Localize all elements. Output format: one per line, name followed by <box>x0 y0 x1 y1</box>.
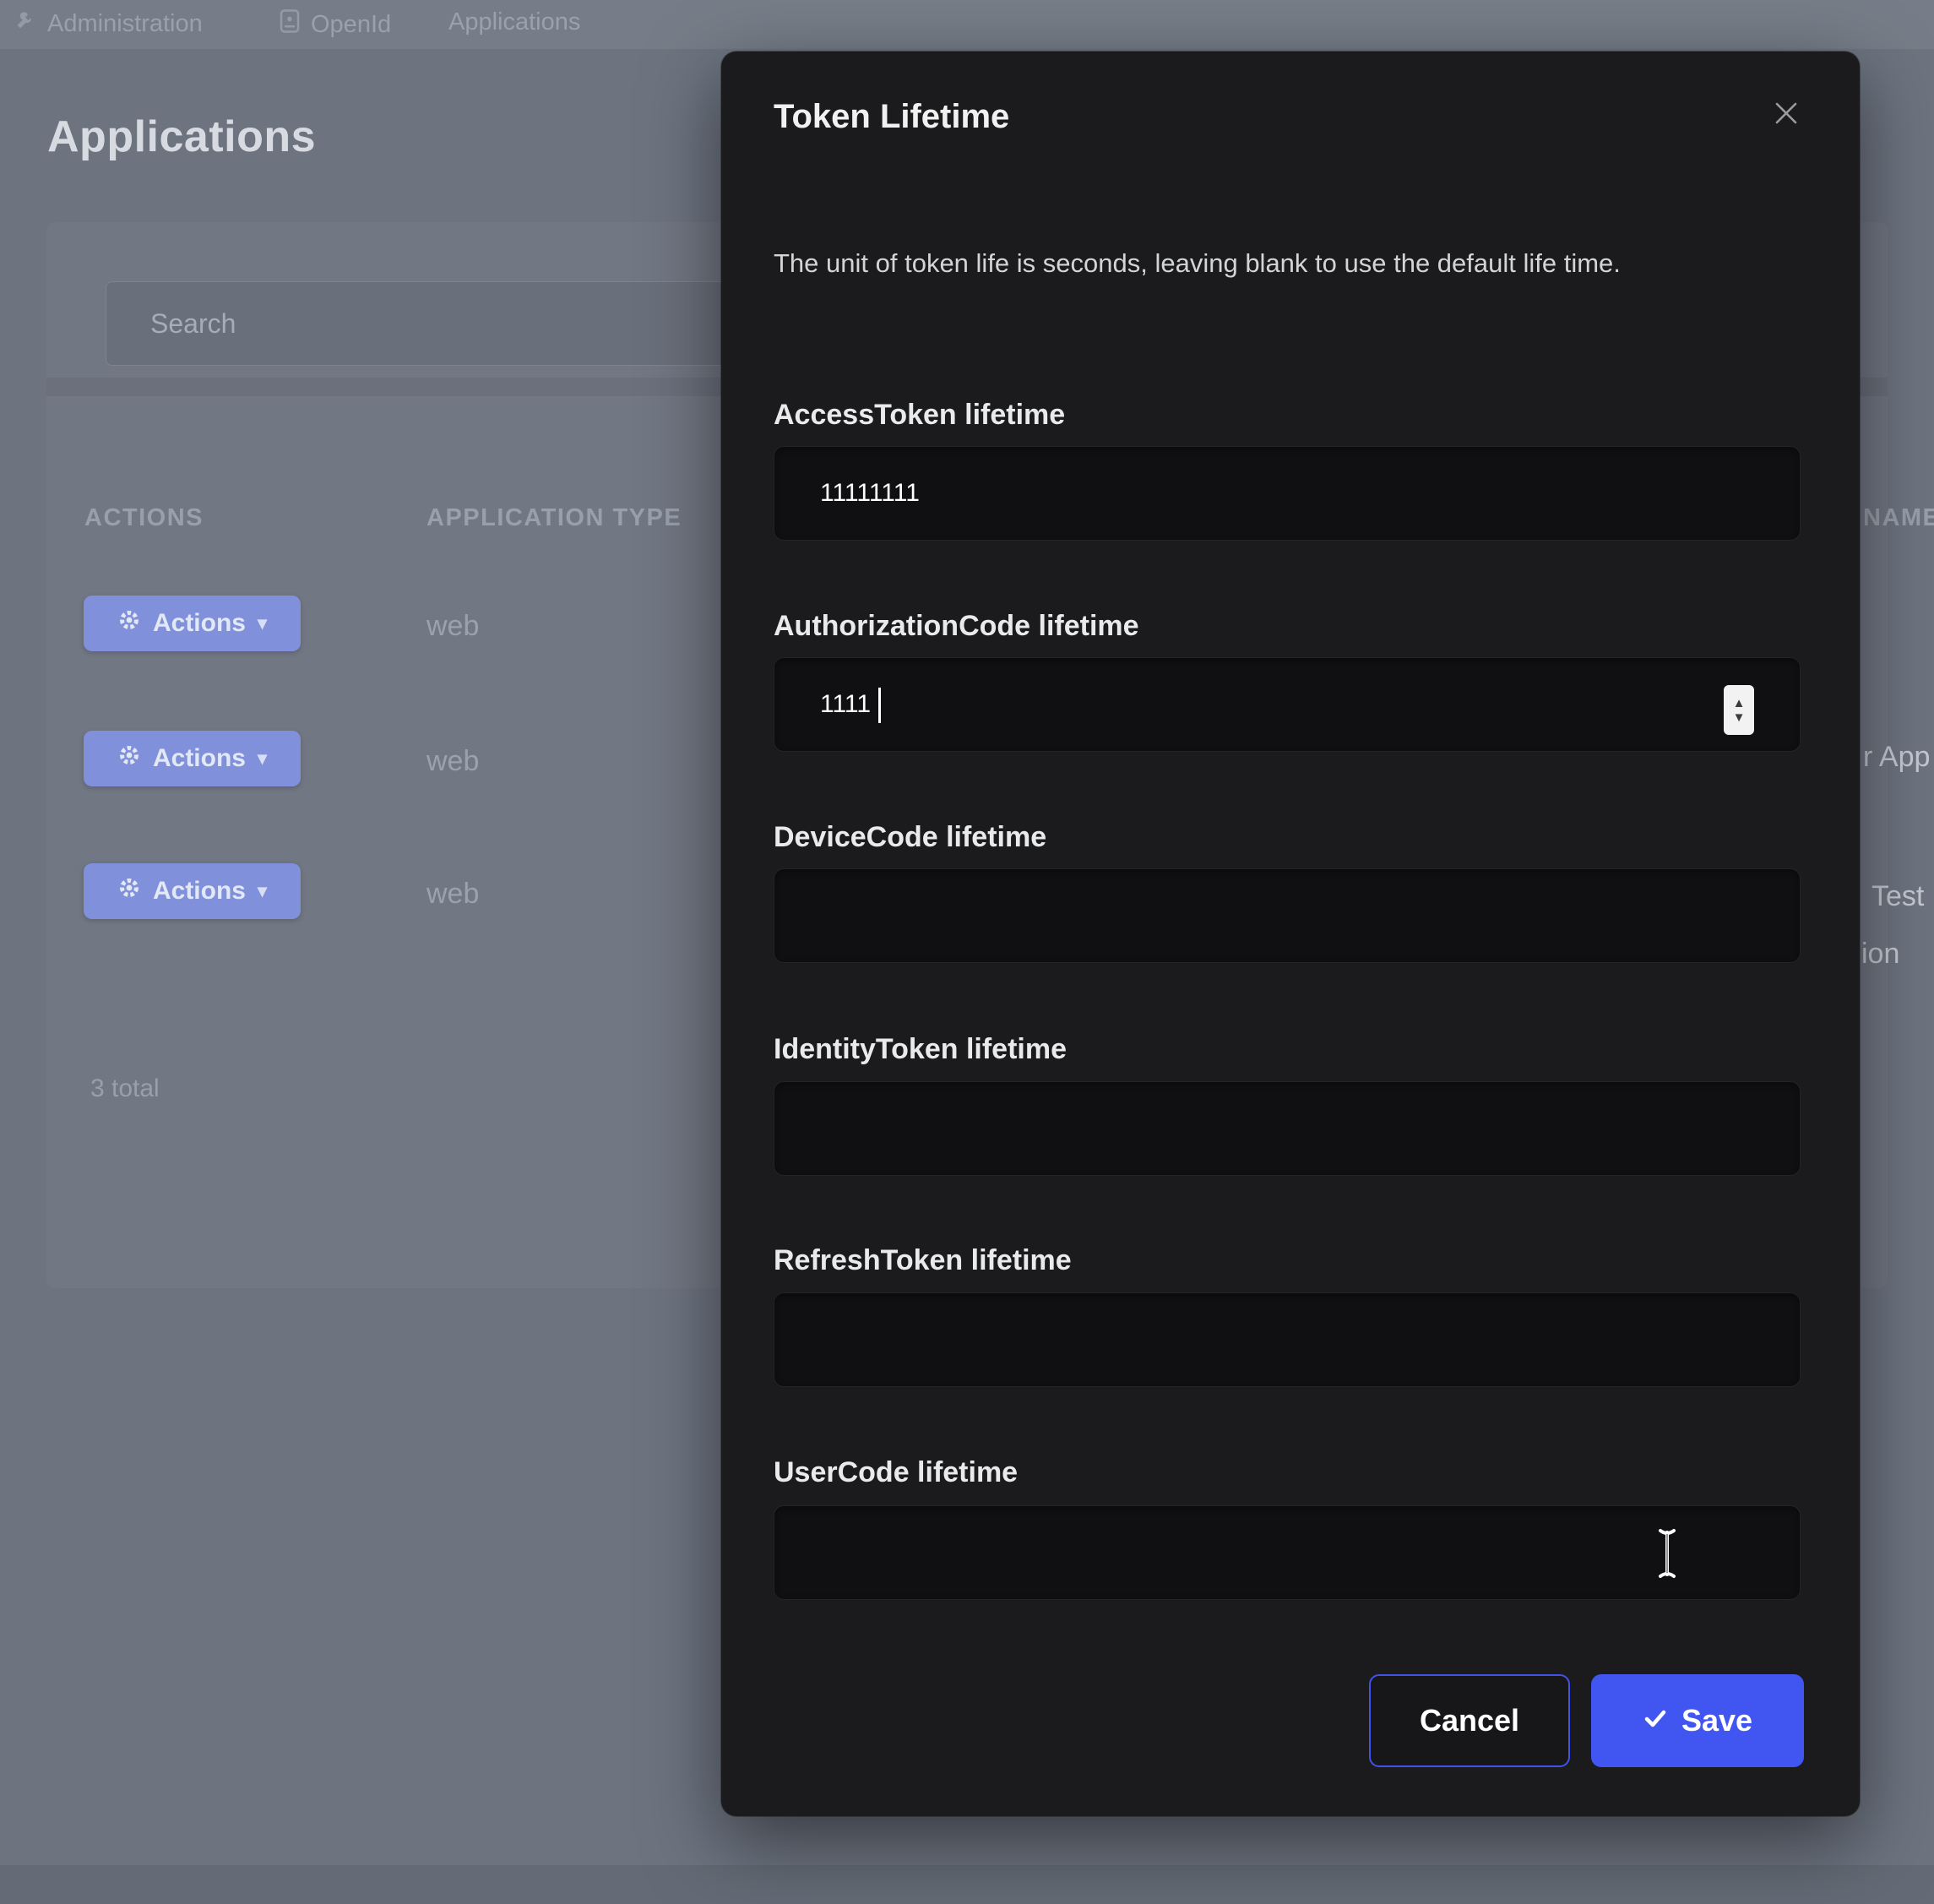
check-icon <box>1643 1703 1668 1738</box>
spinner-up-icon[interactable]: ▲ <box>1733 698 1746 709</box>
id-card-icon <box>279 8 301 41</box>
top-nav-bar: Administration OpenId Applications <box>0 0 1934 49</box>
devicecode-lifetime-input[interactable] <box>774 868 1801 963</box>
row-actions-button[interactable]: Actions ▾ <box>84 596 301 651</box>
column-header-name-partial: NAME <box>1863 504 1934 532</box>
nav-item-applications[interactable]: Applications <box>448 8 580 36</box>
row-actions-button[interactable]: Actions ▾ <box>84 863 301 919</box>
field-accesstoken <box>774 446 1801 541</box>
name-cell-fragment: Test <box>1872 880 1924 913</box>
row-actions-button[interactable]: Actions ▾ <box>84 731 301 786</box>
wrench-icon <box>14 8 37 39</box>
actions-button-label: Actions <box>153 609 246 638</box>
name-cell-fragment: ion <box>1861 938 1899 971</box>
nav-item-openid[interactable]: OpenId <box>279 8 391 41</box>
cell-application-type: web <box>426 610 479 643</box>
usercode-lifetime-input[interactable] <box>774 1505 1801 1600</box>
accesstoken-lifetime-input[interactable] <box>774 446 1801 541</box>
refreshtoken-lifetime-input[interactable] <box>774 1292 1801 1387</box>
page-title: Applications <box>47 112 316 162</box>
field-label-identitytoken: IdentityToken lifetime <box>774 1033 1067 1066</box>
cell-application-type: web <box>426 745 479 778</box>
field-label-accesstoken: AccessToken lifetime <box>774 399 1065 432</box>
nav-item-label: Administration <box>47 10 203 38</box>
field-label-authorizationcode: AuthorizationCode lifetime <box>774 610 1139 643</box>
field-authorizationcode: ▲ ▼ <box>774 657 1801 752</box>
text-caret <box>878 688 881 723</box>
spinner-down-icon[interactable]: ▼ <box>1733 712 1746 723</box>
nav-item-administration[interactable]: Administration <box>14 8 203 39</box>
field-identitytoken <box>774 1081 1801 1176</box>
name-cell-fragment: r App <box>1863 741 1930 774</box>
field-usercode <box>774 1505 1801 1600</box>
field-devicecode <box>774 868 1801 963</box>
modal-description: The unit of token life is seconds, leavi… <box>774 242 1802 285</box>
column-header-application-type: APPLICATION TYPE <box>426 504 682 532</box>
gear-icon <box>117 608 141 639</box>
cancel-button-label: Cancel <box>1420 1703 1519 1738</box>
cancel-button[interactable]: Cancel <box>1369 1674 1570 1767</box>
save-button-label: Save <box>1681 1703 1752 1738</box>
total-count-label: 3 total <box>90 1074 160 1103</box>
ibeam-cursor <box>1653 1526 1681 1586</box>
nav-item-label: Applications <box>448 8 580 36</box>
screen: Administration OpenId Applications Appli… <box>0 0 1934 1904</box>
nav-item-label: OpenId <box>311 11 391 39</box>
identitytoken-lifetime-input[interactable] <box>774 1081 1801 1176</box>
chevron-down-icon: ▾ <box>258 748 267 770</box>
actions-button-label: Actions <box>153 744 246 773</box>
field-label-refreshtoken: RefreshToken lifetime <box>774 1244 1072 1277</box>
chevron-down-icon: ▾ <box>258 880 267 902</box>
gear-icon <box>117 743 141 774</box>
chevron-down-icon: ▾ <box>258 612 267 634</box>
cell-application-type: web <box>426 878 479 911</box>
field-refreshtoken <box>774 1292 1801 1387</box>
authorizationcode-lifetime-input[interactable] <box>774 657 1801 752</box>
token-lifetime-modal: Token Lifetime The unit of token life is… <box>721 52 1860 1816</box>
number-spinner[interactable]: ▲ ▼ <box>1724 685 1754 735</box>
actions-button-label: Actions <box>153 877 246 906</box>
field-label-devicecode: DeviceCode lifetime <box>774 821 1046 854</box>
column-header-actions: ACTIONS <box>84 504 204 532</box>
modal-title: Token Lifetime <box>774 98 1009 136</box>
save-button[interactable]: Save <box>1591 1674 1804 1767</box>
close-icon[interactable] <box>1765 92 1807 134</box>
footer-strip <box>0 1865 1934 1904</box>
gear-icon <box>117 876 141 906</box>
field-label-usercode: UserCode lifetime <box>774 1456 1018 1489</box>
